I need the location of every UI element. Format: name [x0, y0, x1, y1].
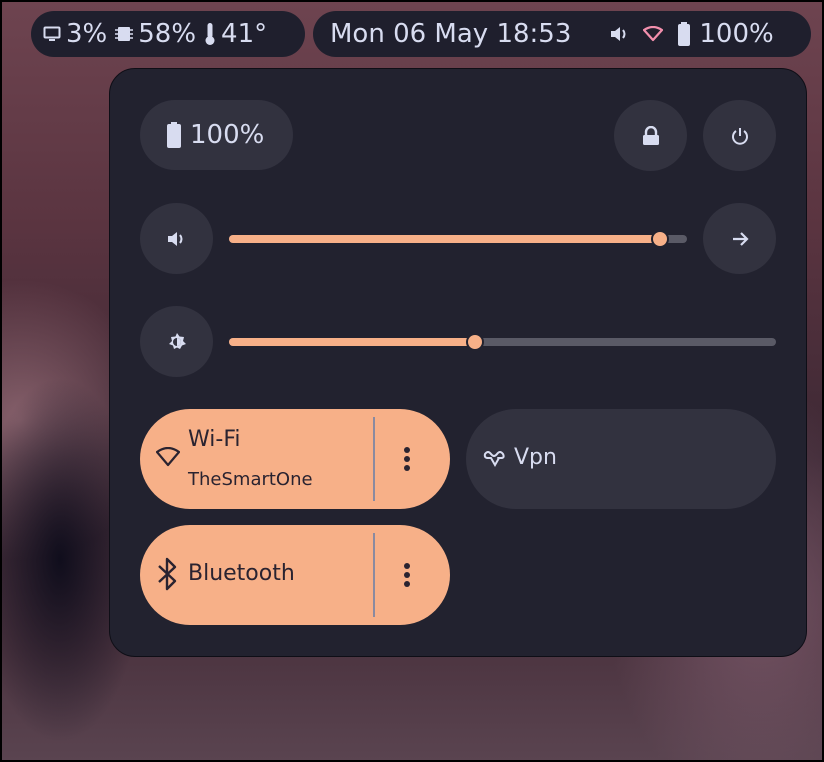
power-button[interactable]	[703, 100, 776, 171]
clock-status-pill[interactable]: Mon 06 May 18:53 100%	[313, 11, 811, 57]
brightness-button[interactable]	[140, 306, 213, 377]
wifi-more-button[interactable]	[395, 431, 419, 487]
battery-icon	[678, 22, 691, 46]
battery-button[interactable]: 100%	[140, 100, 293, 170]
bluetooth-icon	[158, 557, 177, 591]
clock-label: Mon 06 May 18:53	[330, 19, 572, 49]
quick-settings-panel: 100% Wi-Fi TheSmartOne Vpn Bluetooth	[109, 68, 807, 657]
memory-chip-icon	[115, 27, 134, 41]
memory-indicator: 58%	[115, 19, 196, 49]
system-stats-pill[interactable]: 3% 58% 41°	[31, 11, 305, 57]
lock-icon	[642, 125, 659, 145]
wifi-toggle-tile[interactable]: Wi-Fi TheSmartOne	[140, 409, 450, 509]
battery-value: 100%	[699, 19, 774, 49]
vpn-toggle-tile[interactable]: Vpn	[466, 409, 776, 509]
vpn-icon	[483, 451, 505, 468]
more-vertical-icon	[404, 447, 410, 471]
temperature-indicator: 41°	[204, 19, 267, 49]
audio-output-button[interactable]	[703, 203, 776, 274]
vpn-title: Vpn	[514, 445, 557, 470]
tile-divider	[373, 417, 375, 501]
volume-slider-fill	[229, 235, 660, 243]
bluetooth-toggle-tile[interactable]: Bluetooth	[140, 525, 450, 625]
power-icon	[731, 127, 748, 145]
bluetooth-more-button[interactable]	[395, 547, 419, 603]
more-vertical-icon	[404, 563, 410, 587]
wifi-icon	[643, 26, 664, 42]
bluetooth-title: Bluetooth	[188, 561, 295, 586]
wifi-title: Wi-Fi	[188, 427, 241, 452]
volume-icon	[611, 27, 626, 41]
cpu-value: 3%	[66, 19, 108, 49]
arrow-right-icon	[732, 231, 749, 246]
brightness-slider-fill	[229, 338, 476, 346]
volume-slider-handle[interactable]	[650, 230, 669, 248]
brightness-slider[interactable]	[229, 333, 776, 351]
brightness-icon	[168, 332, 186, 349]
battery-icon	[167, 122, 181, 148]
wifi-network-name: TheSmartOne	[188, 469, 313, 490]
wifi-icon	[156, 447, 180, 467]
volume-icon	[167, 231, 182, 246]
battery-percent: 100%	[190, 120, 265, 150]
memory-value: 58%	[138, 19, 197, 49]
tile-divider	[373, 533, 375, 617]
lock-button[interactable]	[614, 100, 687, 171]
thermometer-icon	[205, 23, 215, 45]
volume-mute-button[interactable]	[140, 203, 213, 274]
monitor-icon	[43, 26, 61, 41]
brightness-slider-handle[interactable]	[466, 333, 485, 351]
volume-slider[interactable]	[229, 230, 687, 248]
temperature-value: 41°	[221, 19, 268, 49]
cpu-indicator: 3%	[43, 19, 107, 49]
